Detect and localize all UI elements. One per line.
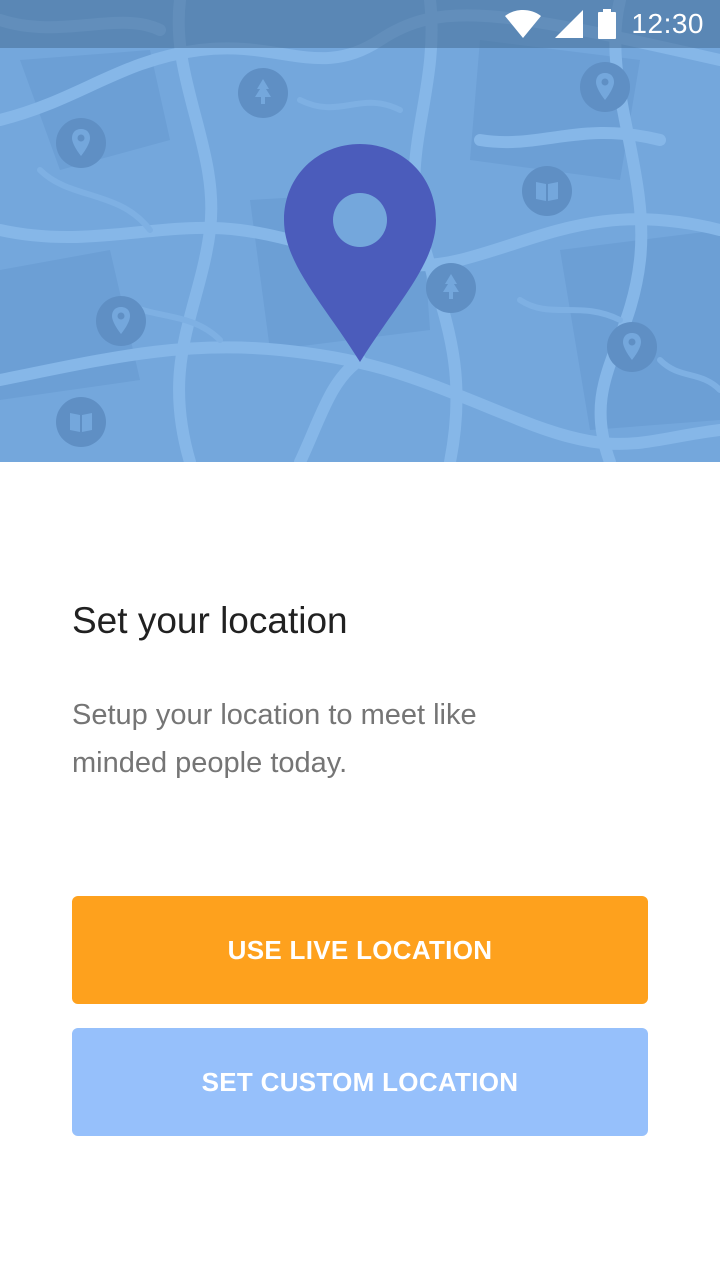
page-subtitle: Setup your location to meet like minded … [72, 699, 477, 779]
map-illustration: 12:30 [0, 0, 720, 462]
location-pin-icon [56, 118, 106, 168]
battery-icon [598, 9, 617, 39]
signal-icon [555, 10, 584, 38]
location-pin-icon [607, 322, 657, 372]
use-live-location-button[interactable]: USE LIVE LOCATION [72, 896, 648, 1004]
location-setup-screen: 12:30 Set your location Setup your locat… [0, 0, 720, 1280]
location-pin-icon [580, 62, 630, 112]
set-custom-location-button[interactable]: SET CUSTOM LOCATION [72, 1028, 648, 1136]
location-pin-icon [96, 296, 146, 346]
status-bar: 12:30 [0, 0, 720, 48]
page-title: Set your location [72, 600, 348, 641]
book-icon [522, 166, 572, 216]
book-icon [56, 397, 106, 447]
location-marker-icon [284, 144, 436, 362]
tree-icon [238, 68, 288, 118]
wifi-icon [505, 10, 542, 38]
status-time: 12:30 [631, 8, 704, 39]
